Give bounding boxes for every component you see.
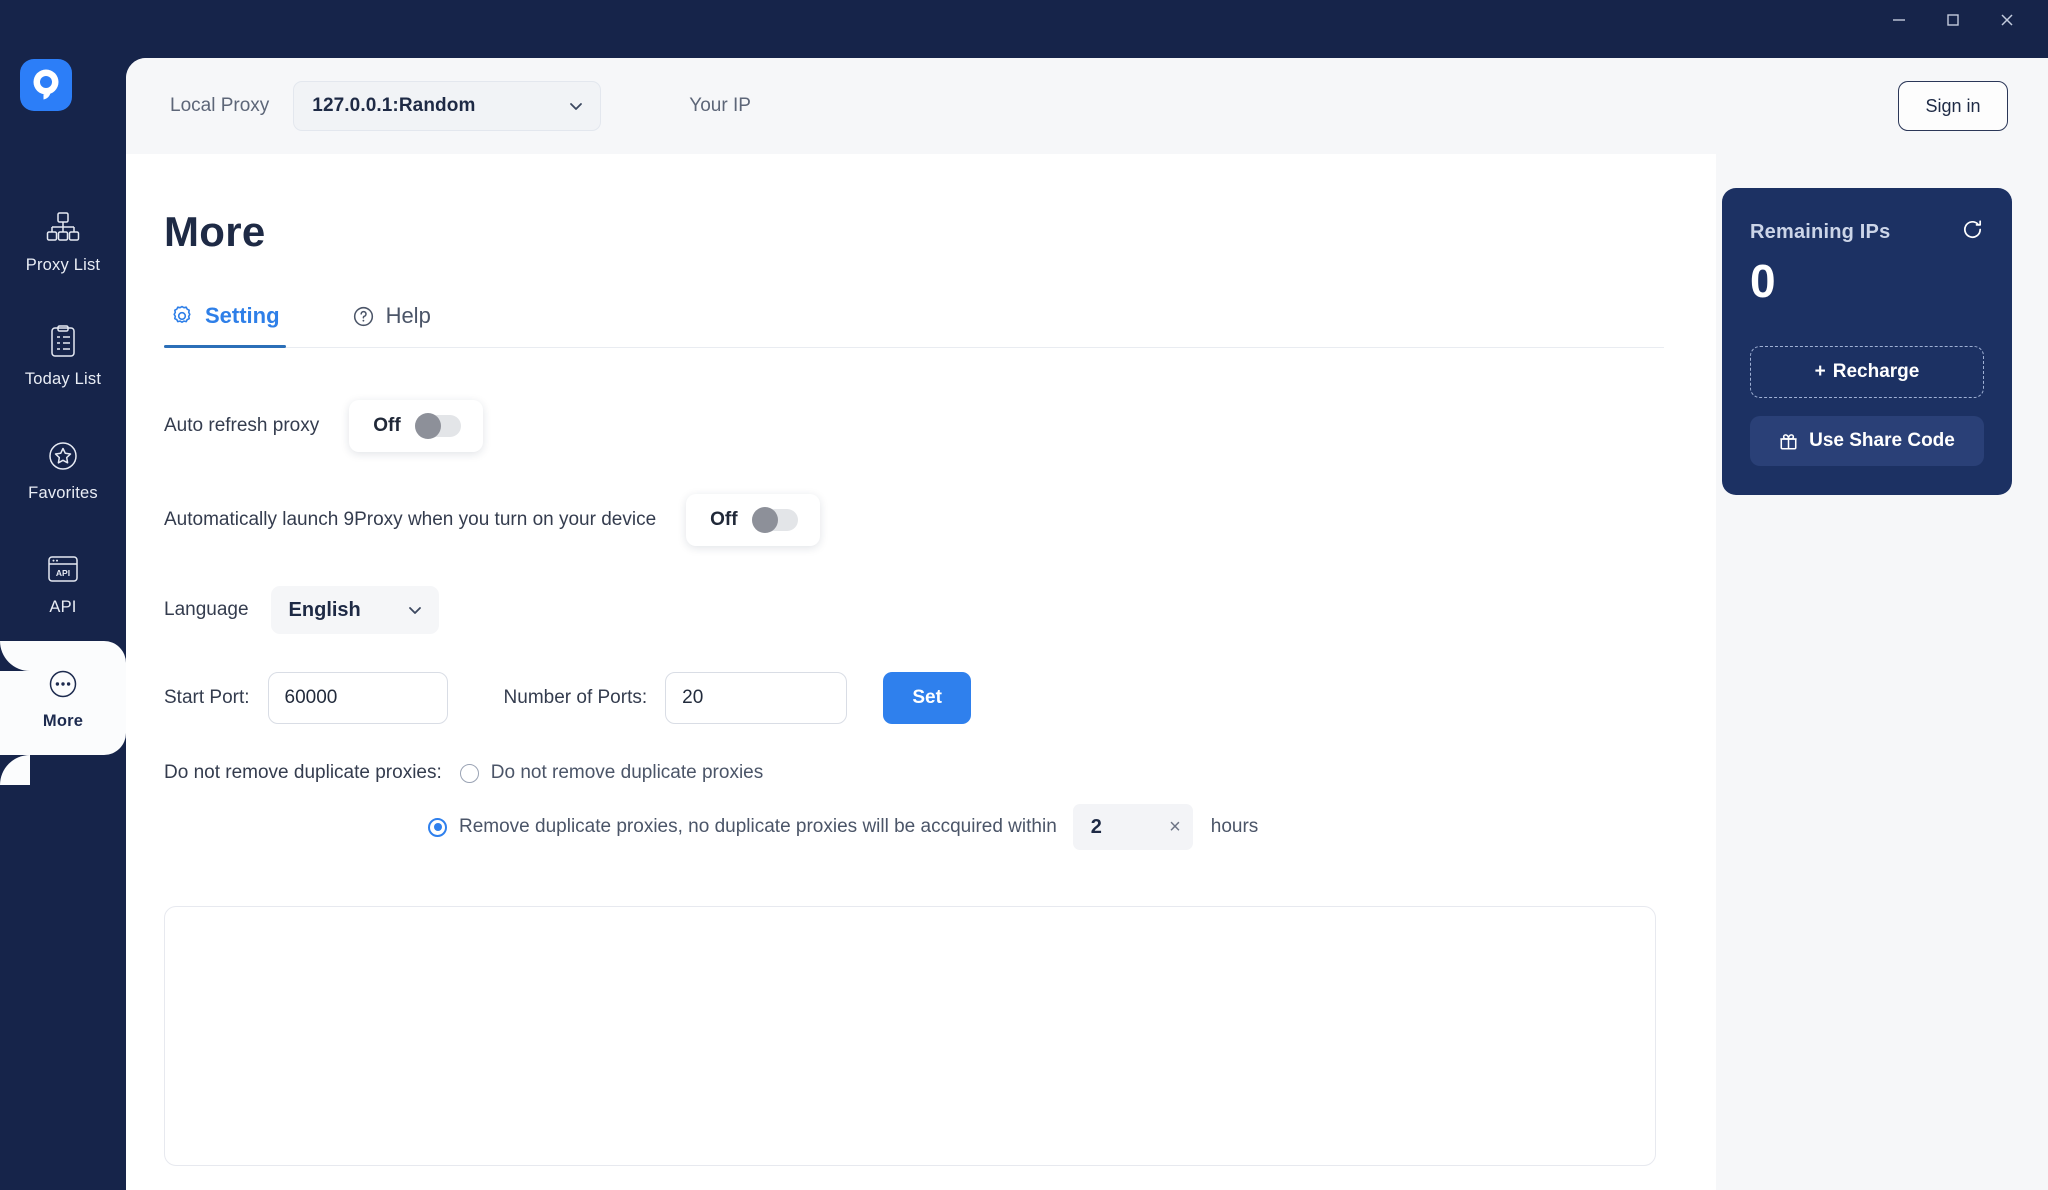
chevron-down-icon — [405, 600, 425, 620]
toggle-knob — [752, 507, 778, 533]
hours-value: 2 — [1091, 816, 1169, 839]
sidebar-item-today-list[interactable]: Today List — [0, 299, 126, 413]
local-proxy-value: 127.0.0.1:Random — [312, 95, 566, 117]
start-port-label: Start Port: — [164, 687, 250, 709]
ellipsis-circle-icon — [46, 665, 80, 703]
close-button[interactable] — [1980, 1, 2034, 39]
sidebar-item-proxy-list[interactable]: Proxy List — [0, 185, 126, 299]
hours-suffix-label: hours — [1211, 816, 1259, 838]
settings-content: More Setting Help — [126, 154, 1716, 1190]
right-panel: Remaining IPs 0 + Recharge — [1716, 154, 2048, 1190]
ports-row: Start Port: Number of Ports: Set — [164, 672, 1716, 724]
hours-input[interactable]: 2 × — [1073, 804, 1193, 850]
sidebar-item-favorites[interactable]: Favorites — [0, 413, 126, 527]
refresh-button[interactable] — [1961, 218, 1984, 246]
language-select[interactable]: English — [271, 586, 439, 634]
network-nodes-icon — [46, 209, 80, 247]
auto-launch-state: Off — [710, 509, 737, 531]
number-of-ports-input[interactable] — [665, 672, 847, 724]
radio-remove-duplicates[interactable] — [428, 818, 447, 837]
sidebar: Proxy List Today List — [0, 0, 126, 1190]
sidebar-item-label: Proxy List — [26, 256, 100, 275]
close-icon — [1998, 11, 2016, 29]
star-circle-icon — [46, 437, 80, 475]
remaining-ips-label: Remaining IPs — [1750, 221, 1890, 244]
language-row: Language English — [164, 586, 1716, 634]
radio-remove-duplicates-label: Remove duplicate proxies, no duplicate p… — [459, 816, 1057, 838]
minimize-button[interactable] — [1872, 1, 1926, 39]
use-share-code-label: Use Share Code — [1809, 430, 1955, 452]
app-window: Local Proxy 127.0.0.1:Random Your IP Sig… — [126, 58, 2048, 1190]
set-button[interactable]: Set — [883, 672, 971, 724]
toolbar: Local Proxy 127.0.0.1:Random Your IP Sig… — [126, 58, 2048, 154]
maximize-icon — [1944, 11, 1962, 29]
question-circle-icon — [352, 305, 375, 328]
radio-keep-duplicates-label: Do not remove duplicate proxies — [491, 762, 763, 784]
tab-setting[interactable]: Setting — [164, 286, 286, 346]
duplicates-row-keep: Do not remove duplicate proxies: Do not … — [164, 762, 1716, 784]
use-share-code-button[interactable]: Use Share Code — [1750, 416, 1984, 466]
language-label: Language — [164, 599, 249, 621]
number-of-ports-label: Number of Ports: — [504, 687, 648, 709]
clipboard-list-icon — [47, 323, 79, 361]
gift-icon — [1779, 432, 1798, 451]
tab-bar: Setting Help — [164, 286, 1664, 348]
auto-launch-label: Automatically launch 9Proxy when you tur… — [164, 509, 656, 531]
auto-refresh-row: Auto refresh proxy Off — [164, 400, 1716, 452]
auto-refresh-toggle[interactable]: Off — [349, 400, 482, 452]
sidebar-item-label: More — [43, 712, 83, 731]
clear-icon[interactable]: × — [1169, 817, 1181, 837]
tab-label: Help — [386, 303, 431, 329]
radio-keep-duplicates[interactable] — [460, 764, 479, 783]
window-titlebar — [0, 0, 2048, 40]
toggle-knob — [415, 413, 441, 439]
sidebar-nav: Proxy List Today List — [0, 185, 126, 755]
local-proxy-label: Local Proxy — [170, 95, 269, 117]
remaining-ips-header: Remaining IPs — [1750, 218, 1984, 246]
api-window-icon: API — [46, 551, 80, 589]
nine-logo-icon — [27, 66, 65, 104]
duplicates-label: Do not remove duplicate proxies: — [164, 762, 442, 784]
local-proxy-select[interactable]: 127.0.0.1:Random — [293, 81, 601, 131]
app-root: Proxy List Today List — [0, 0, 2048, 1190]
plus-icon: + — [1815, 361, 1826, 383]
remaining-ips-value: 0 — [1750, 258, 1984, 304]
recharge-label: Recharge — [1833, 361, 1920, 383]
app-logo[interactable] — [20, 59, 72, 111]
auto-refresh-state: Off — [373, 415, 400, 437]
sidebar-item-more[interactable]: More — [0, 641, 126, 755]
recharge-button[interactable]: + Recharge — [1750, 346, 1984, 398]
toggle-track — [415, 415, 461, 437]
sign-in-button[interactable]: Sign in — [1898, 81, 2008, 131]
maximize-button[interactable] — [1926, 1, 1980, 39]
auto-launch-row: Automatically launch 9Proxy when you tur… — [164, 494, 1716, 546]
toggle-track — [752, 509, 798, 531]
minimize-icon — [1890, 11, 1908, 29]
sidebar-item-label: Favorites — [28, 484, 98, 503]
svg-text:API: API — [56, 568, 70, 578]
log-textarea[interactable] — [164, 906, 1656, 1166]
chevron-down-icon — [566, 96, 586, 116]
duplicates-row-remove: Remove duplicate proxies, no duplicate p… — [428, 804, 1716, 850]
sidebar-active-carve-bottom — [0, 755, 30, 785]
sidebar-item-label: Today List — [25, 370, 101, 389]
sidebar-item-label: API — [49, 598, 76, 617]
remaining-ips-card: Remaining IPs 0 + Recharge — [1722, 188, 2012, 495]
page-title: More — [164, 208, 1716, 256]
refresh-icon — [1961, 218, 1984, 241]
sidebar-item-api[interactable]: API API — [0, 527, 126, 641]
tab-help[interactable]: Help — [346, 286, 437, 346]
gear-icon — [170, 304, 194, 328]
auto-launch-toggle[interactable]: Off — [686, 494, 819, 546]
your-ip-label: Your IP — [689, 95, 751, 117]
start-port-input[interactable] — [268, 672, 448, 724]
language-value: English — [289, 599, 379, 622]
tab-label: Setting — [205, 303, 280, 329]
auto-refresh-label: Auto refresh proxy — [164, 415, 319, 437]
